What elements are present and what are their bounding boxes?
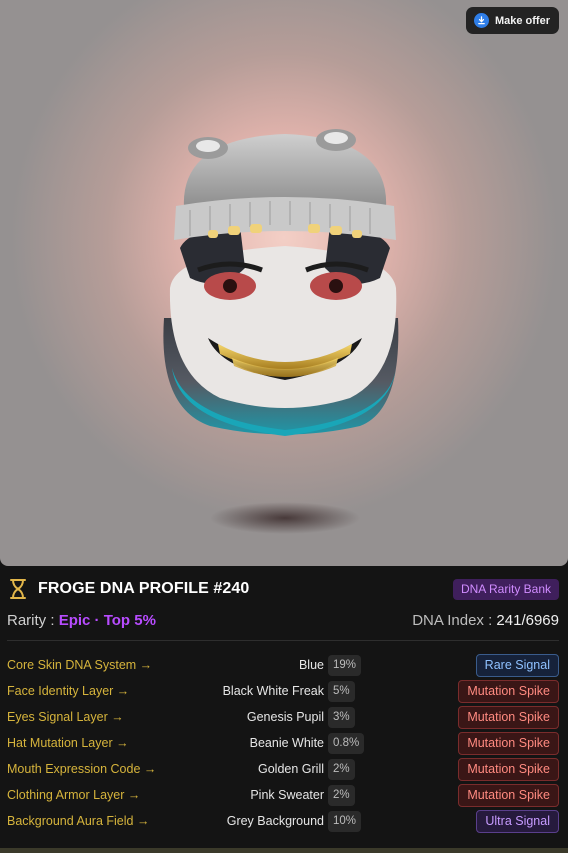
trait-signal-tag: Mutation Spike <box>458 706 559 729</box>
trait-percent: 2% <box>328 759 355 780</box>
trait-row: Clothing Armor Layer → Pink Sweater 2% M… <box>0 783 568 809</box>
trait-signal-tag: Rare Signal <box>475 654 559 677</box>
trait-value: Grey Background <box>226 814 324 828</box>
trait-value: Golden Grill <box>258 762 324 776</box>
profile-header: FROGE DNA PROFILE #240 DNA Rarity Bank <box>0 566 568 614</box>
trait-value: Beanie White <box>249 736 324 750</box>
trait-label: Eyes Signal Layer → <box>7 710 124 724</box>
trait-signal-tag: Mutation Spike <box>458 784 559 807</box>
trait-value: Pink Sweater <box>250 788 324 802</box>
trait-label: Clothing Armor Layer → <box>7 788 141 802</box>
trait-signal-tag: Mutation Spike <box>458 732 559 755</box>
trait-label: Mouth Expression Code → <box>7 762 157 776</box>
froge-nft-artwork <box>163 129 399 534</box>
dna-index-summary: DNA Index : 241/6969 <box>412 612 559 629</box>
trait-row: Face Identity Layer → Black White Freak … <box>0 679 568 705</box>
panel-bottom-edge <box>0 848 568 853</box>
trait-signal-tag: Ultra Signal <box>476 810 559 833</box>
nft-hero-image: Make offer <box>0 0 568 566</box>
download-arrow-icon <box>473 13 489 28</box>
dna-rarity-bank-badge[interactable]: DNA Rarity Bank <box>452 579 559 600</box>
trait-label: Hat Mutation Layer → <box>7 736 129 750</box>
make-offer-button[interactable]: Make offer <box>465 7 559 34</box>
trait-row: Eyes Signal Layer → Genesis Pupil 3% Mut… <box>0 705 568 731</box>
trait-row: Hat Mutation Layer → Beanie White 0.8% M… <box>0 731 568 757</box>
trait-value: Blue <box>298 658 324 672</box>
rarity-label: Rarity : <box>7 612 59 629</box>
rarity-value: Epic · Top 5% <box>58 612 156 629</box>
dna-index-label: DNA Index : <box>412 612 497 629</box>
trait-label: Core Skin DNA System → <box>7 658 153 672</box>
trait-percent: 0.8% <box>328 733 365 754</box>
trait-signal-tag: Mutation Spike <box>458 680 559 703</box>
trait-row: Mouth Expression Code → Golden Grill 2% … <box>0 757 568 783</box>
trait-value: Genesis Pupil <box>246 710 324 724</box>
trait-value: Black White Freak <box>222 684 324 698</box>
trait-percent: 3% <box>328 707 355 728</box>
trait-percent: 5% <box>328 681 355 702</box>
profile-title: FROGE DNA PROFILE #240 <box>38 580 250 597</box>
trait-percent: 10% <box>328 811 362 832</box>
rarity-summary: Rarity : Epic · Top 5% <box>7 612 156 629</box>
hourglass-icon <box>10 579 26 599</box>
trait-percent: 19% <box>328 655 362 676</box>
divider <box>7 640 559 641</box>
dna-index-value: 241/6969 <box>496 612 559 629</box>
trait-row: Background Aura Field → Grey Background … <box>0 809 568 835</box>
trait-label: Face Identity Layer → <box>7 684 130 698</box>
trait-label: Background Aura Field → <box>7 814 150 828</box>
trait-signal-tag: Mutation Spike <box>458 758 559 781</box>
trait-row: Core Skin DNA System → Blue 19% Rare Sig… <box>0 653 568 679</box>
trait-percent: 2% <box>328 785 355 806</box>
make-offer-label: Make offer <box>494 14 550 27</box>
dna-profile-panel: FROGE DNA PROFILE #240 DNA Rarity Bank R… <box>0 566 568 853</box>
